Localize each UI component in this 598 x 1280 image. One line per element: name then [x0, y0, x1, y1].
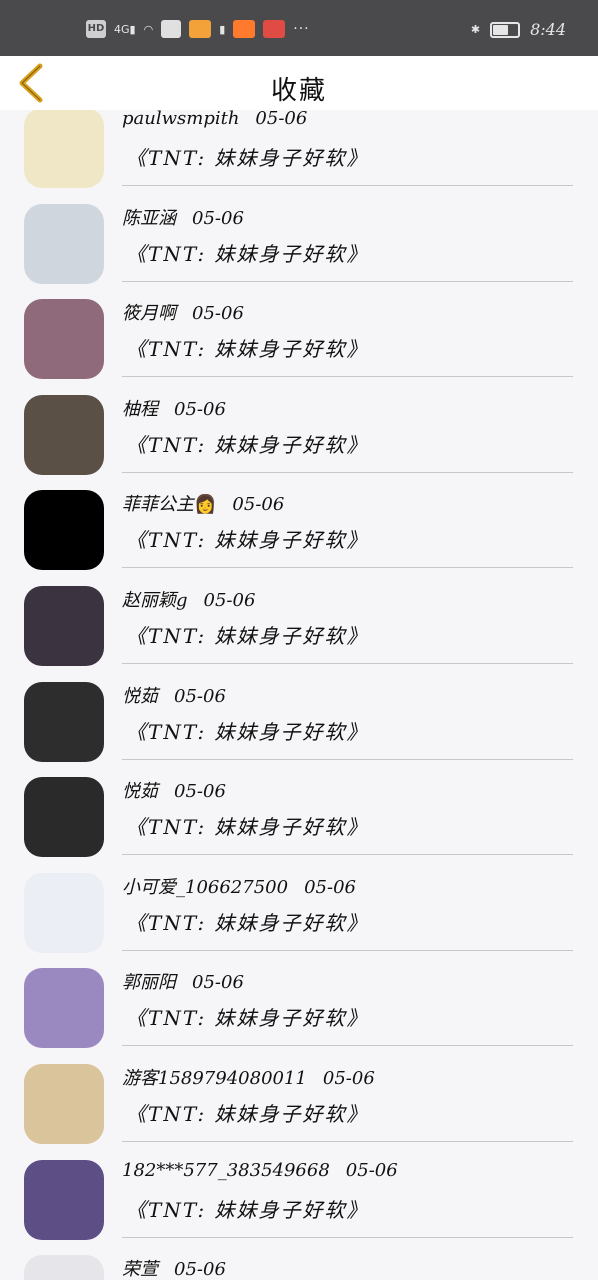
status-right-icons: ✱ 8:44	[471, 20, 566, 39]
item-meta: 悦茹 05-06	[122, 682, 226, 708]
network-type: 4G	[114, 22, 130, 36]
item-meta: 菲菲公主👩 05-06	[122, 490, 284, 516]
battery-icon	[490, 21, 521, 38]
list-item[interactable]: 柚程 05-06 《TNT: 妹妹身子好软》	[0, 377, 598, 475]
signal-icon: 4G▮	[114, 22, 136, 36]
status-left-icons: HD 4G▮ ◠ ▮ ···	[86, 20, 310, 38]
date: 05-06	[192, 972, 244, 994]
list-item[interactable]: 赵丽颖g 05-06 《TNT: 妹妹身子好软》	[0, 568, 598, 666]
date: 05-06	[174, 781, 226, 803]
list-item[interactable]: 菲菲公主👩 05-06 《TNT: 妹妹身子好软》	[0, 472, 598, 571]
avatar[interactable]	[24, 777, 104, 858]
username: 郭丽阳	[122, 972, 176, 994]
avatar[interactable]	[24, 203, 104, 284]
story-title[interactable]: 《TNT: 妹妹身子好软》	[126, 429, 369, 458]
item-meta: 筱月啊 05-06	[122, 299, 244, 325]
story-title[interactable]: 《TNT: 妹妹身子好软》	[126, 620, 369, 649]
item-meta: 柚程 05-06	[122, 395, 226, 421]
username: 柚程	[122, 398, 158, 420]
list-item[interactable]: 荣萱05-06《TNT: 妹妹身子好软》	[0, 1237, 598, 1280]
item-meta: paulwsmpith 05-06	[122, 110, 307, 129]
username: 陈亚涵	[122, 207, 176, 229]
username: 荣萱	[122, 1259, 158, 1280]
story-title[interactable]: 《TNT: 妹妹身子好软》	[126, 1002, 369, 1031]
clock: 8:44	[530, 20, 566, 39]
list-item[interactable]: 悦茹 05-06 《TNT: 妹妹身子好软》	[0, 664, 598, 762]
list-item[interactable]: 182***577_383549668 05-06 《TNT: 妹妹身子好软》	[0, 1142, 598, 1240]
avatar[interactable]	[24, 1064, 104, 1144]
username: 182***577_383549668	[122, 1159, 330, 1181]
story-title[interactable]: 《TNT: 妹妹身子好软》	[126, 811, 369, 840]
princess-emoji-icon: 👩	[194, 494, 217, 516]
list-item[interactable]: 悦茹 05-06 《TNT: 妹妹身子好软》	[0, 759, 598, 858]
date: 05-06	[304, 876, 356, 898]
app-header: 收藏	[0, 56, 598, 110]
item-meta: 游客1589794080011 05-06	[122, 1064, 375, 1090]
username: 菲菲公主	[122, 494, 194, 516]
app-notification-icon	[233, 20, 256, 38]
page-title: 收藏	[270, 76, 327, 106]
item-meta: 郭丽阳 05-06	[122, 968, 244, 994]
avatar[interactable]	[24, 681, 104, 762]
list-item[interactable]: paulwsmpith 05-06 《TNT: 妹妹身子好软》	[0, 110, 598, 188]
favorites-list: paulwsmpith 05-06 《TNT: 妹妹身子好软》 陈亚涵 05-06 《TN…	[0, 110, 598, 1280]
username: paulwsmpith	[122, 110, 240, 129]
story-title[interactable]: 《TNT: 妹妹身子好软》	[126, 1194, 369, 1223]
item-meta: 荣萱 05-06	[122, 1255, 226, 1280]
story-title[interactable]: 《TNT: 妹妹身子好软》	[126, 142, 369, 171]
story-title[interactable]: 《TNT: 妹妹身子好软》	[126, 524, 369, 553]
avatar[interactable]	[24, 1159, 104, 1240]
story-title[interactable]: 《TNT: 妹妹身子好软》	[126, 1098, 369, 1127]
story-title[interactable]: 《TNT: 妹妹身子好软》	[126, 238, 369, 267]
username: 赵丽颖g	[122, 590, 188, 611]
date: 05-06	[192, 303, 244, 325]
date: 05-06	[174, 685, 226, 707]
avatar[interactable]	[24, 1255, 104, 1280]
avatar[interactable]	[24, 110, 104, 188]
story-title[interactable]: 《TNT: 妹妹身子好软》	[126, 333, 369, 362]
date: 05-06	[192, 207, 244, 229]
username: 悦茹	[122, 685, 158, 707]
app-notification-icon	[161, 20, 182, 38]
avatar[interactable]	[24, 968, 104, 1049]
item-meta: 小可爱_106627500 05-06	[122, 873, 356, 899]
app-notification-icon	[263, 20, 286, 38]
wifi-icon: ◠	[143, 22, 154, 36]
username: 筱月啊	[122, 303, 176, 325]
list-item[interactable]: 小可爱_106627500 05-06 《TNT: 妹妹身子好软》	[0, 855, 598, 953]
list-item[interactable]: 陈亚涵 05-06 《TNT: 妹妹身子好软》	[0, 186, 598, 284]
username: 小可爱_106627500	[122, 876, 289, 898]
item-meta: 182***577_383549668 05-06	[122, 1160, 398, 1181]
item-meta: 赵丽颖g 05-06	[122, 586, 255, 612]
date: 05-06	[322, 1068, 375, 1089]
item-meta: 陈亚涵 05-06	[122, 204, 244, 230]
item-meta: 悦茹 05-06	[122, 777, 226, 803]
story-title[interactable]: 《TNT: 妹妹身子好软》	[126, 907, 369, 936]
list-item[interactable]: 郭丽阳 05-06 《TNT: 妹妹身子好软》	[0, 950, 598, 1049]
date: 05-06	[345, 1159, 398, 1181]
bluetooth-icon: ✱	[470, 23, 481, 36]
avatar[interactable]	[24, 490, 104, 571]
battery-small-icon: ▮	[219, 22, 226, 36]
story-title[interactable]: 《TNT: 妹妹身子好软》	[126, 716, 369, 745]
list-item[interactable]: 筱月啊 05-06 《TNT: 妹妹身子好软》	[0, 281, 598, 380]
hd-badge: HD	[86, 20, 106, 38]
username: 游客1589794080011	[122, 1068, 307, 1089]
avatar[interactable]	[24, 872, 104, 953]
date: 05-06	[174, 1259, 226, 1280]
list-item[interactable]: 游客1589794080011 05-06 《TNT: 妹妹身子好软》	[0, 1046, 598, 1144]
date: 05-06	[255, 110, 308, 129]
date: 05-06	[174, 398, 226, 420]
date: 05-06	[203, 590, 256, 611]
avatar[interactable]	[24, 299, 104, 380]
date: 05-06	[232, 494, 285, 516]
app-notification-icon	[189, 20, 212, 38]
status-bar: HD 4G▮ ◠ ▮ ··· ✱ 8:44	[0, 0, 598, 56]
avatar[interactable]	[24, 586, 104, 666]
avatar[interactable]	[24, 394, 104, 475]
username: 悦茹	[122, 781, 158, 803]
more-icon: ···	[293, 21, 310, 37]
